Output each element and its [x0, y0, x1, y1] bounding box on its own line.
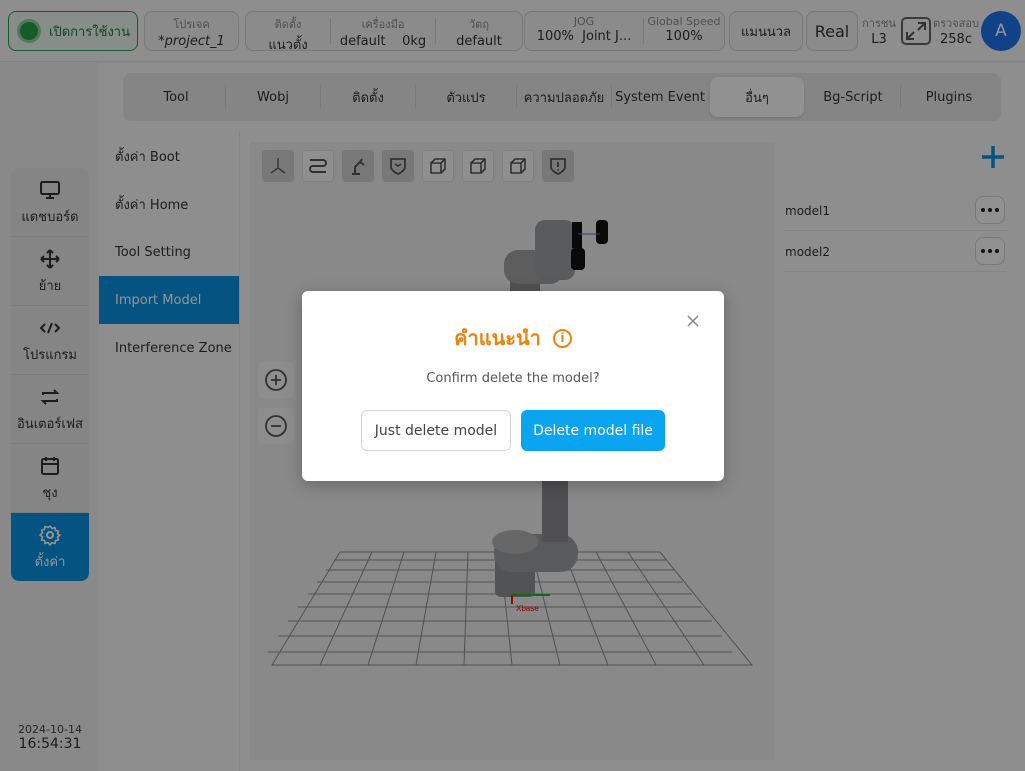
dialog-message: Confirm delete the model?	[426, 371, 600, 386]
just-delete-model-button[interactable]: Just delete model	[361, 410, 511, 451]
close-icon[interactable]	[686, 313, 700, 327]
delete-model-file-button[interactable]: Delete model file	[521, 410, 665, 451]
confirm-dialog: คำแนะนำ i Confirm delete the model? Just…	[302, 291, 724, 481]
dialog-title: คำแนะนำ	[454, 326, 541, 350]
info-icon: i	[552, 328, 572, 348]
